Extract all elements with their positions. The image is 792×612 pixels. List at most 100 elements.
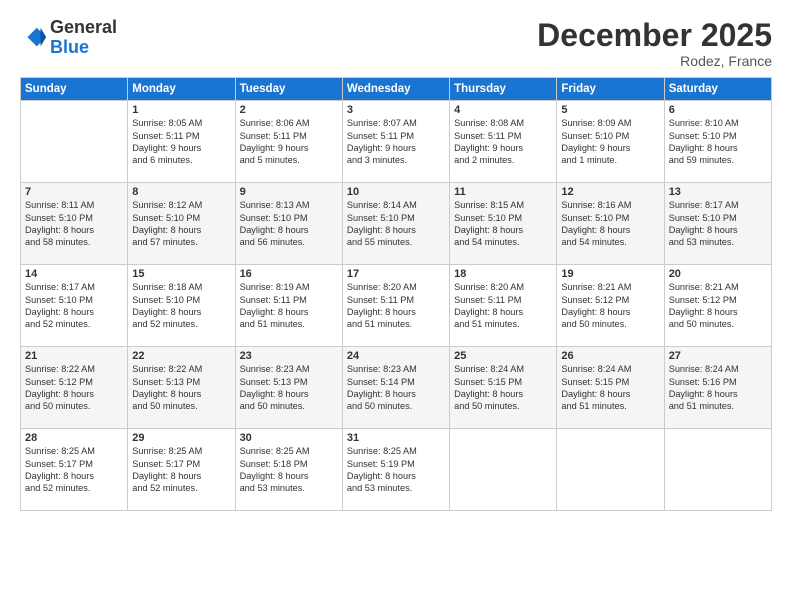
day-number: 25 [454, 350, 552, 362]
day-number: 15 [132, 268, 230, 280]
day-info: Sunrise: 8:10 AM Sunset: 5:10 PM Dayligh… [669, 117, 767, 167]
day-info: Sunrise: 8:13 AM Sunset: 5:10 PM Dayligh… [240, 199, 338, 249]
day-info: Sunrise: 8:11 AM Sunset: 5:10 PM Dayligh… [25, 199, 123, 249]
day-cell: 8Sunrise: 8:12 AM Sunset: 5:10 PM Daylig… [128, 183, 235, 265]
day-cell: 5Sunrise: 8:09 AM Sunset: 5:10 PM Daylig… [557, 101, 664, 183]
day-number: 19 [561, 268, 659, 280]
day-number: 18 [454, 268, 552, 280]
week-row-2: 7Sunrise: 8:11 AM Sunset: 5:10 PM Daylig… [21, 183, 772, 265]
day-cell: 15Sunrise: 8:18 AM Sunset: 5:10 PM Dayli… [128, 265, 235, 347]
day-cell [450, 429, 557, 511]
day-info: Sunrise: 8:19 AM Sunset: 5:11 PM Dayligh… [240, 281, 338, 331]
day-info: Sunrise: 8:06 AM Sunset: 5:11 PM Dayligh… [240, 117, 338, 167]
day-cell: 11Sunrise: 8:15 AM Sunset: 5:10 PM Dayli… [450, 183, 557, 265]
day-number: 14 [25, 268, 123, 280]
day-cell: 4Sunrise: 8:08 AM Sunset: 5:11 PM Daylig… [450, 101, 557, 183]
logo-icon [20, 24, 48, 52]
day-info: Sunrise: 8:21 AM Sunset: 5:12 PM Dayligh… [561, 281, 659, 331]
day-number: 28 [25, 432, 123, 444]
col-sunday: Sunday [21, 78, 128, 101]
day-info: Sunrise: 8:23 AM Sunset: 5:13 PM Dayligh… [240, 363, 338, 413]
day-info: Sunrise: 8:20 AM Sunset: 5:11 PM Dayligh… [347, 281, 445, 331]
day-cell: 26Sunrise: 8:24 AM Sunset: 5:15 PM Dayli… [557, 347, 664, 429]
day-info: Sunrise: 8:21 AM Sunset: 5:12 PM Dayligh… [669, 281, 767, 331]
day-cell: 27Sunrise: 8:24 AM Sunset: 5:16 PM Dayli… [664, 347, 771, 429]
day-number: 13 [669, 186, 767, 198]
day-number: 20 [669, 268, 767, 280]
week-row-3: 14Sunrise: 8:17 AM Sunset: 5:10 PM Dayli… [21, 265, 772, 347]
day-number: 31 [347, 432, 445, 444]
day-info: Sunrise: 8:25 AM Sunset: 5:18 PM Dayligh… [240, 445, 338, 495]
day-cell: 3Sunrise: 8:07 AM Sunset: 5:11 PM Daylig… [342, 101, 449, 183]
day-number: 1 [132, 104, 230, 116]
day-number: 11 [454, 186, 552, 198]
day-cell: 1Sunrise: 8:05 AM Sunset: 5:11 PM Daylig… [128, 101, 235, 183]
day-number: 5 [561, 104, 659, 116]
day-cell: 7Sunrise: 8:11 AM Sunset: 5:10 PM Daylig… [21, 183, 128, 265]
col-wednesday: Wednesday [342, 78, 449, 101]
day-info: Sunrise: 8:22 AM Sunset: 5:13 PM Dayligh… [132, 363, 230, 413]
day-info: Sunrise: 8:05 AM Sunset: 5:11 PM Dayligh… [132, 117, 230, 167]
day-info: Sunrise: 8:23 AM Sunset: 5:14 PM Dayligh… [347, 363, 445, 413]
day-info: Sunrise: 8:14 AM Sunset: 5:10 PM Dayligh… [347, 199, 445, 249]
day-cell: 31Sunrise: 8:25 AM Sunset: 5:19 PM Dayli… [342, 429, 449, 511]
week-row-5: 28 Sunrise: 8:25 AM Sunset: 5:17 PM Dayli… [21, 429, 772, 511]
day-cell [557, 429, 664, 511]
day-number: 21 [25, 350, 123, 362]
day-number: 29 [132, 432, 230, 444]
day-number: 22 [132, 350, 230, 362]
day-number: 17 [347, 268, 445, 280]
day-cell [664, 429, 771, 511]
location: Rodez, France [537, 53, 772, 69]
title-block: December 2025 Rodez, France [537, 18, 772, 69]
logo: General Blue [20, 18, 117, 58]
calendar-table: Sunday Monday Tuesday Wednesday Thursday… [20, 77, 772, 511]
day-info: Sunrise: 8:22 AM Sunset: 5:12 PM Dayligh… [25, 363, 123, 413]
day-number: 26 [561, 350, 659, 362]
day-info: Sunrise: 8:16 AM Sunset: 5:10 PM Dayligh… [561, 199, 659, 249]
day-number: 24 [347, 350, 445, 362]
day-number: 6 [669, 104, 767, 116]
day-info: Sunrise: 8:17 AM Sunset: 5:10 PM Dayligh… [669, 199, 767, 249]
day-cell: 17Sunrise: 8:20 AM Sunset: 5:11 PM Dayli… [342, 265, 449, 347]
col-tuesday: Tuesday [235, 78, 342, 101]
day-info: Sunrise: 8:09 AM Sunset: 5:10 PM Dayligh… [561, 117, 659, 167]
day-number: 7 [25, 186, 123, 198]
day-info: Sunrise: 8:08 AM Sunset: 5:11 PM Dayligh… [454, 117, 552, 167]
day-number: 10 [347, 186, 445, 198]
col-thursday: Thursday [450, 78, 557, 101]
page: General Blue December 2025 Rodez, France… [0, 0, 792, 612]
col-friday: Friday [557, 78, 664, 101]
day-number: 4 [454, 104, 552, 116]
day-cell: 20Sunrise: 8:21 AM Sunset: 5:12 PM Dayli… [664, 265, 771, 347]
day-cell [21, 101, 128, 183]
day-info: Sunrise: 8:24 AM Sunset: 5:16 PM Dayligh… [669, 363, 767, 413]
day-cell: 9Sunrise: 8:13 AM Sunset: 5:10 PM Daylig… [235, 183, 342, 265]
day-number: 23 [240, 350, 338, 362]
day-info: Sunrise: 8:12 AM Sunset: 5:10 PM Dayligh… [132, 199, 230, 249]
calendar-body: 1Sunrise: 8:05 AM Sunset: 5:11 PM Daylig… [21, 101, 772, 511]
day-number: 30 [240, 432, 338, 444]
col-saturday: Saturday [664, 78, 771, 101]
day-cell: 25Sunrise: 8:24 AM Sunset: 5:15 PM Dayli… [450, 347, 557, 429]
day-cell: 24Sunrise: 8:23 AM Sunset: 5:14 PM Dayli… [342, 347, 449, 429]
day-cell: 28Sunrise: 8:25 AM Sunset: 5:17 PM Dayli… [21, 429, 128, 511]
day-info: Sunrise: 8:24 AM Sunset: 5:15 PM Dayligh… [454, 363, 552, 413]
day-cell: 30Sunrise: 8:25 AM Sunset: 5:18 PM Dayli… [235, 429, 342, 511]
day-info: Sunrise: 8:17 AM Sunset: 5:10 PM Dayligh… [25, 281, 123, 331]
day-cell: 18Sunrise: 8:20 AM Sunset: 5:11 PM Dayli… [450, 265, 557, 347]
day-info: Sunrise: 8:25 AM Sunset: 5:17 PM Dayligh… [132, 445, 230, 495]
header-row: Sunday Monday Tuesday Wednesday Thursday… [21, 78, 772, 101]
day-cell: 2Sunrise: 8:06 AM Sunset: 5:11 PM Daylig… [235, 101, 342, 183]
day-number: 9 [240, 186, 338, 198]
day-number: 16 [240, 268, 338, 280]
week-row-1: 1Sunrise: 8:05 AM Sunset: 5:11 PM Daylig… [21, 101, 772, 183]
day-cell: 6Sunrise: 8:10 AM Sunset: 5:10 PM Daylig… [664, 101, 771, 183]
col-monday: Monday [128, 78, 235, 101]
day-number: 3 [347, 104, 445, 116]
day-cell: 21Sunrise: 8:22 AM Sunset: 5:12 PM Dayli… [21, 347, 128, 429]
day-cell: 22Sunrise: 8:22 AM Sunset: 5:13 PM Dayli… [128, 347, 235, 429]
logo-text: General Blue [50, 18, 117, 58]
day-cell: 13Sunrise: 8:17 AM Sunset: 5:10 PM Dayli… [664, 183, 771, 265]
day-cell: 29Sunrise: 8:25 AM Sunset: 5:17 PM Dayli… [128, 429, 235, 511]
